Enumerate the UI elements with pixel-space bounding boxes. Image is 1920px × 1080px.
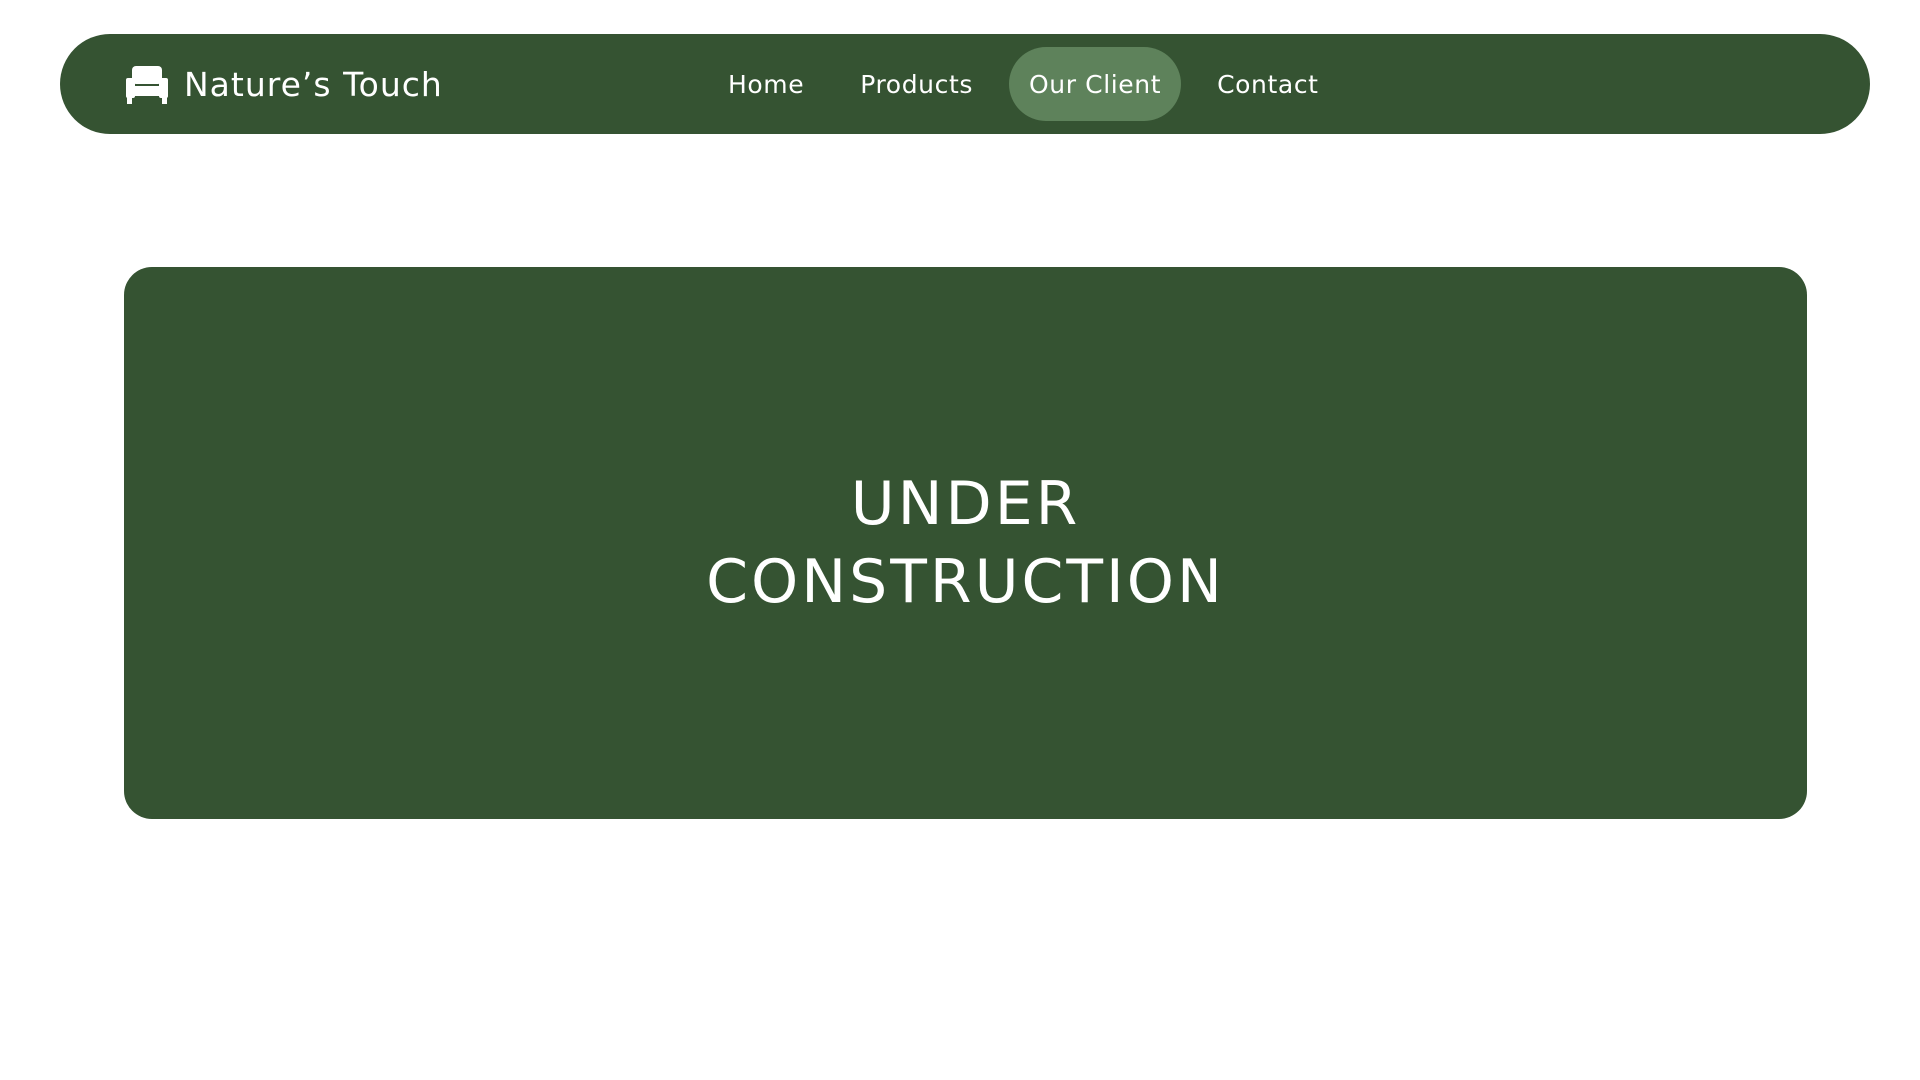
nav-item-home[interactable]: Home: [708, 47, 824, 121]
hero-title-line-1: UNDER: [850, 469, 1081, 539]
hero-title: UNDER CONSTRUCTION: [706, 465, 1225, 621]
hero-banner: UNDER CONSTRUCTION: [124, 267, 1807, 819]
brand-name: Nature’s Touch: [184, 64, 443, 104]
main-nav: Home Products Our Client Contact: [708, 47, 1355, 121]
brand-logo-link[interactable]: Nature’s Touch: [126, 34, 443, 134]
nav-item-our-client[interactable]: Our Client: [1008, 47, 1182, 121]
armchair-icon: [126, 64, 168, 104]
hero-title-line-2: CONSTRUCTION: [706, 547, 1225, 617]
top-navbar: Nature’s Touch Home Products Our Client …: [60, 34, 1870, 134]
nav-item-products[interactable]: Products: [840, 47, 993, 121]
nav-item-contact[interactable]: Contact: [1197, 47, 1338, 121]
